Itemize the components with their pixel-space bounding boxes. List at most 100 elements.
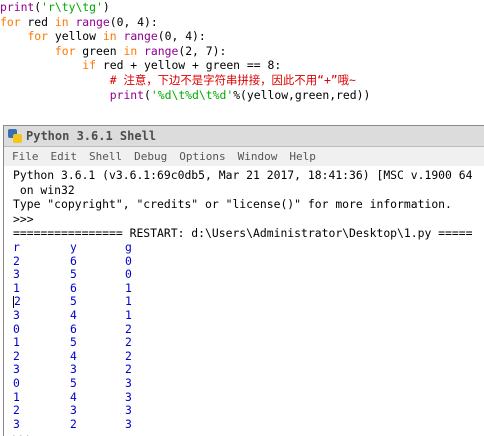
output-cell: 1 bbox=[125, 307, 132, 322]
menu-debug[interactable]: Debug bbox=[134, 150, 167, 163]
code-text: red + yellow + green == 8: bbox=[96, 58, 282, 73]
output-cell: 0 bbox=[13, 375, 20, 390]
menu-shell[interactable]: Shell bbox=[89, 150, 122, 163]
output-cell: 5 bbox=[70, 335, 77, 350]
code-text: %(yellow,green,red)) bbox=[233, 87, 371, 102]
code-text: (0, 4): bbox=[109, 14, 158, 29]
shell-prompt: >>> bbox=[13, 211, 41, 226]
code-text: ( bbox=[144, 87, 151, 102]
output-row: 3 2 3 bbox=[13, 416, 175, 432]
python-shell-window[interactable]: Python 3.6.1 Shell File Edit Shell Debug… bbox=[3, 125, 484, 436]
final-prompt[interactable]: >>> bbox=[13, 431, 484, 436]
code-line-1: print('r\ty\tg') bbox=[0, 0, 484, 15]
output-cell: 3 bbox=[125, 403, 132, 418]
output-cell: 3 bbox=[125, 416, 132, 431]
output-cell: 5 bbox=[70, 267, 77, 282]
code-line-4: for green in range(2, 7): bbox=[0, 44, 484, 59]
code-line-5: if red + yellow + green == 8: bbox=[0, 58, 484, 73]
menu-edit[interactable]: Edit bbox=[51, 150, 78, 163]
output-cell: 1 bbox=[13, 389, 20, 404]
output-cell: 1 bbox=[125, 294, 132, 309]
code-text: green bbox=[75, 43, 124, 58]
menu-window[interactable]: Window bbox=[238, 150, 278, 163]
keyword: in bbox=[123, 43, 138, 58]
code-line-3: for yellow in range(0, 4): bbox=[0, 29, 484, 44]
code-text: ) bbox=[102, 0, 110, 14]
output-cell: 3 bbox=[13, 267, 20, 282]
output-cell: 3 bbox=[13, 416, 20, 431]
output-row: 1 4 3 bbox=[13, 389, 175, 405]
keyword: for bbox=[0, 14, 21, 29]
string-literal: 'r\ty\tg' bbox=[41, 0, 103, 14]
output-cell: 3 bbox=[13, 362, 20, 377]
shell-output[interactable]: Python 3.6.1 (v3.6.1:69c0db5, Mar 21 201… bbox=[4, 166, 484, 436]
code-line-6: # 注意，下边不是字符串拼接，因此不用“+”哦~ bbox=[0, 73, 484, 88]
code-text: yellow bbox=[48, 29, 103, 44]
output-row: 1 5 2 bbox=[13, 336, 175, 350]
output-row: 2 4 2 bbox=[13, 348, 175, 364]
output-cell: 1 bbox=[13, 280, 20, 295]
builtin-print: print bbox=[0, 0, 35, 14]
code-text: red bbox=[20, 14, 55, 29]
output-cell: 4 bbox=[70, 348, 77, 363]
code-line-2: for red in range(0, 4): bbox=[0, 15, 484, 30]
banner-line-3: Type "copyright", "credits" or "license(… bbox=[13, 197, 452, 212]
output-cell: 6 bbox=[70, 280, 77, 295]
output-cell: 2 bbox=[13, 403, 20, 418]
builtin-range: range bbox=[144, 43, 179, 58]
output-cell: 5 bbox=[70, 294, 77, 309]
output-row: 3 3 2 bbox=[13, 363, 175, 377]
output-cell: 0 bbox=[13, 321, 20, 336]
output-header-row: ryg bbox=[13, 239, 175, 255]
output-row: 0 6 2 bbox=[13, 321, 175, 337]
output-table: ryg2603501612513410621522423320531432333… bbox=[13, 239, 175, 432]
output-cell: 2 bbox=[125, 362, 132, 377]
builtin-range: range bbox=[75, 14, 110, 29]
output-cell: 1 bbox=[125, 280, 132, 295]
output-cell: 3 bbox=[125, 389, 132, 404]
banner-line-2: on win32 bbox=[13, 182, 75, 197]
shell-menu-bar: File Edit Shell Debug Options Window Hel… bbox=[4, 147, 484, 167]
output-row: 2 6 0 bbox=[13, 253, 175, 269]
output-cell: 3 bbox=[70, 403, 77, 418]
output-cell: 6 bbox=[70, 253, 77, 268]
code-text: (0, 4): bbox=[157, 29, 206, 44]
output-cell: 2 bbox=[125, 348, 132, 363]
output-row: 2 3 3 bbox=[13, 403, 175, 418]
builtin-range: range bbox=[123, 29, 158, 44]
banner-line-1: Python 3.6.1 (v3.6.1:69c0db5, Mar 21 201… bbox=[13, 168, 473, 182]
output-row: 0 5 3 bbox=[13, 375, 175, 391]
text-cursor bbox=[13, 295, 14, 308]
output-cell: 4 bbox=[70, 307, 77, 322]
keyword: for bbox=[27, 29, 49, 44]
output-cell: r bbox=[13, 239, 20, 254]
output-cell: 2 bbox=[125, 321, 132, 336]
prompt-text: >>> bbox=[13, 431, 34, 436]
output-cell: 3 bbox=[13, 307, 20, 322]
builtin-print: print bbox=[109, 87, 145, 102]
output-row: 3 4 1 bbox=[13, 307, 175, 323]
menu-options[interactable]: Options bbox=[179, 150, 225, 163]
output-cell: 3 bbox=[125, 375, 132, 390]
shell-title-bar[interactable]: Python 3.6.1 Shell bbox=[4, 126, 484, 147]
code-text: (2, 7): bbox=[178, 43, 227, 58]
output-cell: 1 bbox=[13, 335, 20, 350]
source-editor[interactable]: print('r\ty\tg') for red in range(0, 4):… bbox=[0, 0, 484, 102]
menu-file[interactable]: File bbox=[12, 150, 39, 163]
output-cell: y bbox=[70, 239, 77, 254]
output-row: 3 5 0 bbox=[13, 268, 175, 282]
output-row: 2 5 1 bbox=[13, 295, 175, 309]
output-cell: 2 bbox=[13, 348, 20, 363]
output-cell: g bbox=[125, 239, 132, 254]
output-row: 1 6 1 bbox=[13, 280, 175, 296]
keyword: if bbox=[82, 58, 97, 73]
output-cell: 2 bbox=[13, 253, 20, 268]
menu-help[interactable]: Help bbox=[289, 150, 316, 163]
output-cell: 0 bbox=[125, 267, 132, 282]
output-cell: 4 bbox=[70, 389, 77, 404]
